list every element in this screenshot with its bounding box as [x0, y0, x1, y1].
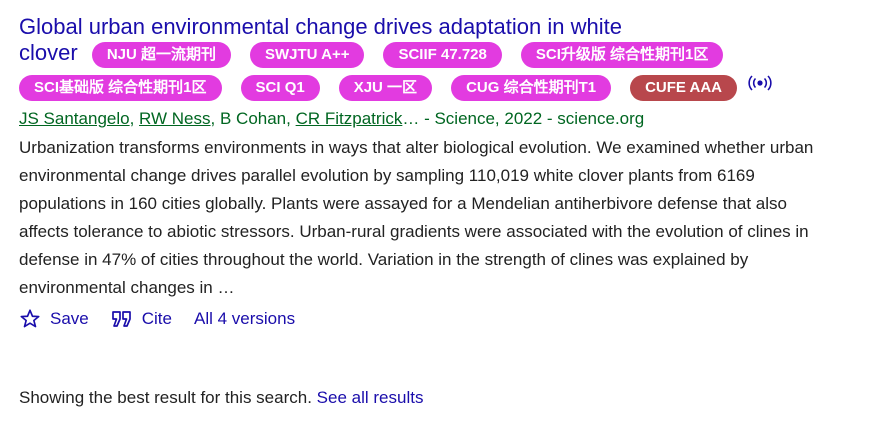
author-name: B Cohan — [219, 109, 287, 128]
result-source: - Science, 2022 - science.org — [419, 109, 645, 128]
author-link[interactable]: JS Santangelo — [19, 109, 130, 128]
see-all-results-link[interactable]: See all results — [317, 388, 424, 407]
result-snippet: Urbanization transforms environments in … — [19, 138, 814, 297]
result-title-line2[interactable]: clover — [19, 40, 78, 65]
journal-rank-badge[interactable]: SCI基础版 综合性期刊1区 — [19, 75, 222, 101]
search-result: Global urban environmental change drives… — [19, 14, 859, 332]
quote-icon — [111, 311, 131, 327]
radio-signal-icon[interactable] — [748, 71, 772, 91]
journal-rank-badge[interactable]: CUG 综合性期刊T1 — [451, 75, 612, 101]
result-actions: Save Cite All 4 versions — [19, 306, 859, 332]
badge-group-row1: NJU 超一流期刊 SWJTU A++ SCIIF 47.728 SCI升级版 综合性… — [84, 40, 733, 68]
best-result-notice: Showing the best result for this search.… — [19, 386, 423, 410]
journal-rank-badge[interactable]: SCI升级版 综合性期刊1区 — [520, 42, 724, 68]
result-title-line1[interactable]: Global urban environmental change drives… — [19, 14, 622, 39]
cite-button[interactable]: Cite — [111, 306, 172, 332]
result-title-block: Global urban environmental change drives… — [19, 14, 859, 104]
author-link[interactable]: CR Fitzpatrick — [296, 109, 403, 128]
save-button[interactable]: Save — [19, 306, 89, 332]
author-link[interactable]: RW Ness — [139, 109, 210, 128]
journal-rank-badge[interactable]: XJU 一区 — [338, 75, 433, 101]
best-result-message: Showing the best result for this search. — [19, 388, 312, 407]
journal-rank-badge[interactable]: CUFE AAA — [630, 75, 738, 101]
all-versions-link[interactable]: All 4 versions — [194, 306, 295, 332]
star-icon — [20, 309, 40, 328]
badge-group-row2: SCI基础版 综合性期刊1区 SCI Q1 XJU 一区 CUG 综合性期刊T1 CUF… — [19, 71, 859, 104]
journal-rank-badge[interactable]: NJU 超一流期刊 — [91, 42, 231, 68]
journal-rank-badge[interactable]: SWJTU A++ — [250, 42, 365, 68]
cite-label[interactable]: Cite — [142, 306, 172, 332]
author-ellipsis: … — [402, 109, 420, 128]
save-label[interactable]: Save — [50, 306, 89, 332]
journal-rank-badge[interactable]: SCIIF 47.728 — [383, 42, 502, 68]
result-authors-line: JS Santangelo, RW Ness, B Cohan, CR Fitz… — [19, 109, 645, 128]
journal-rank-badge[interactable]: SCI Q1 — [240, 75, 320, 101]
